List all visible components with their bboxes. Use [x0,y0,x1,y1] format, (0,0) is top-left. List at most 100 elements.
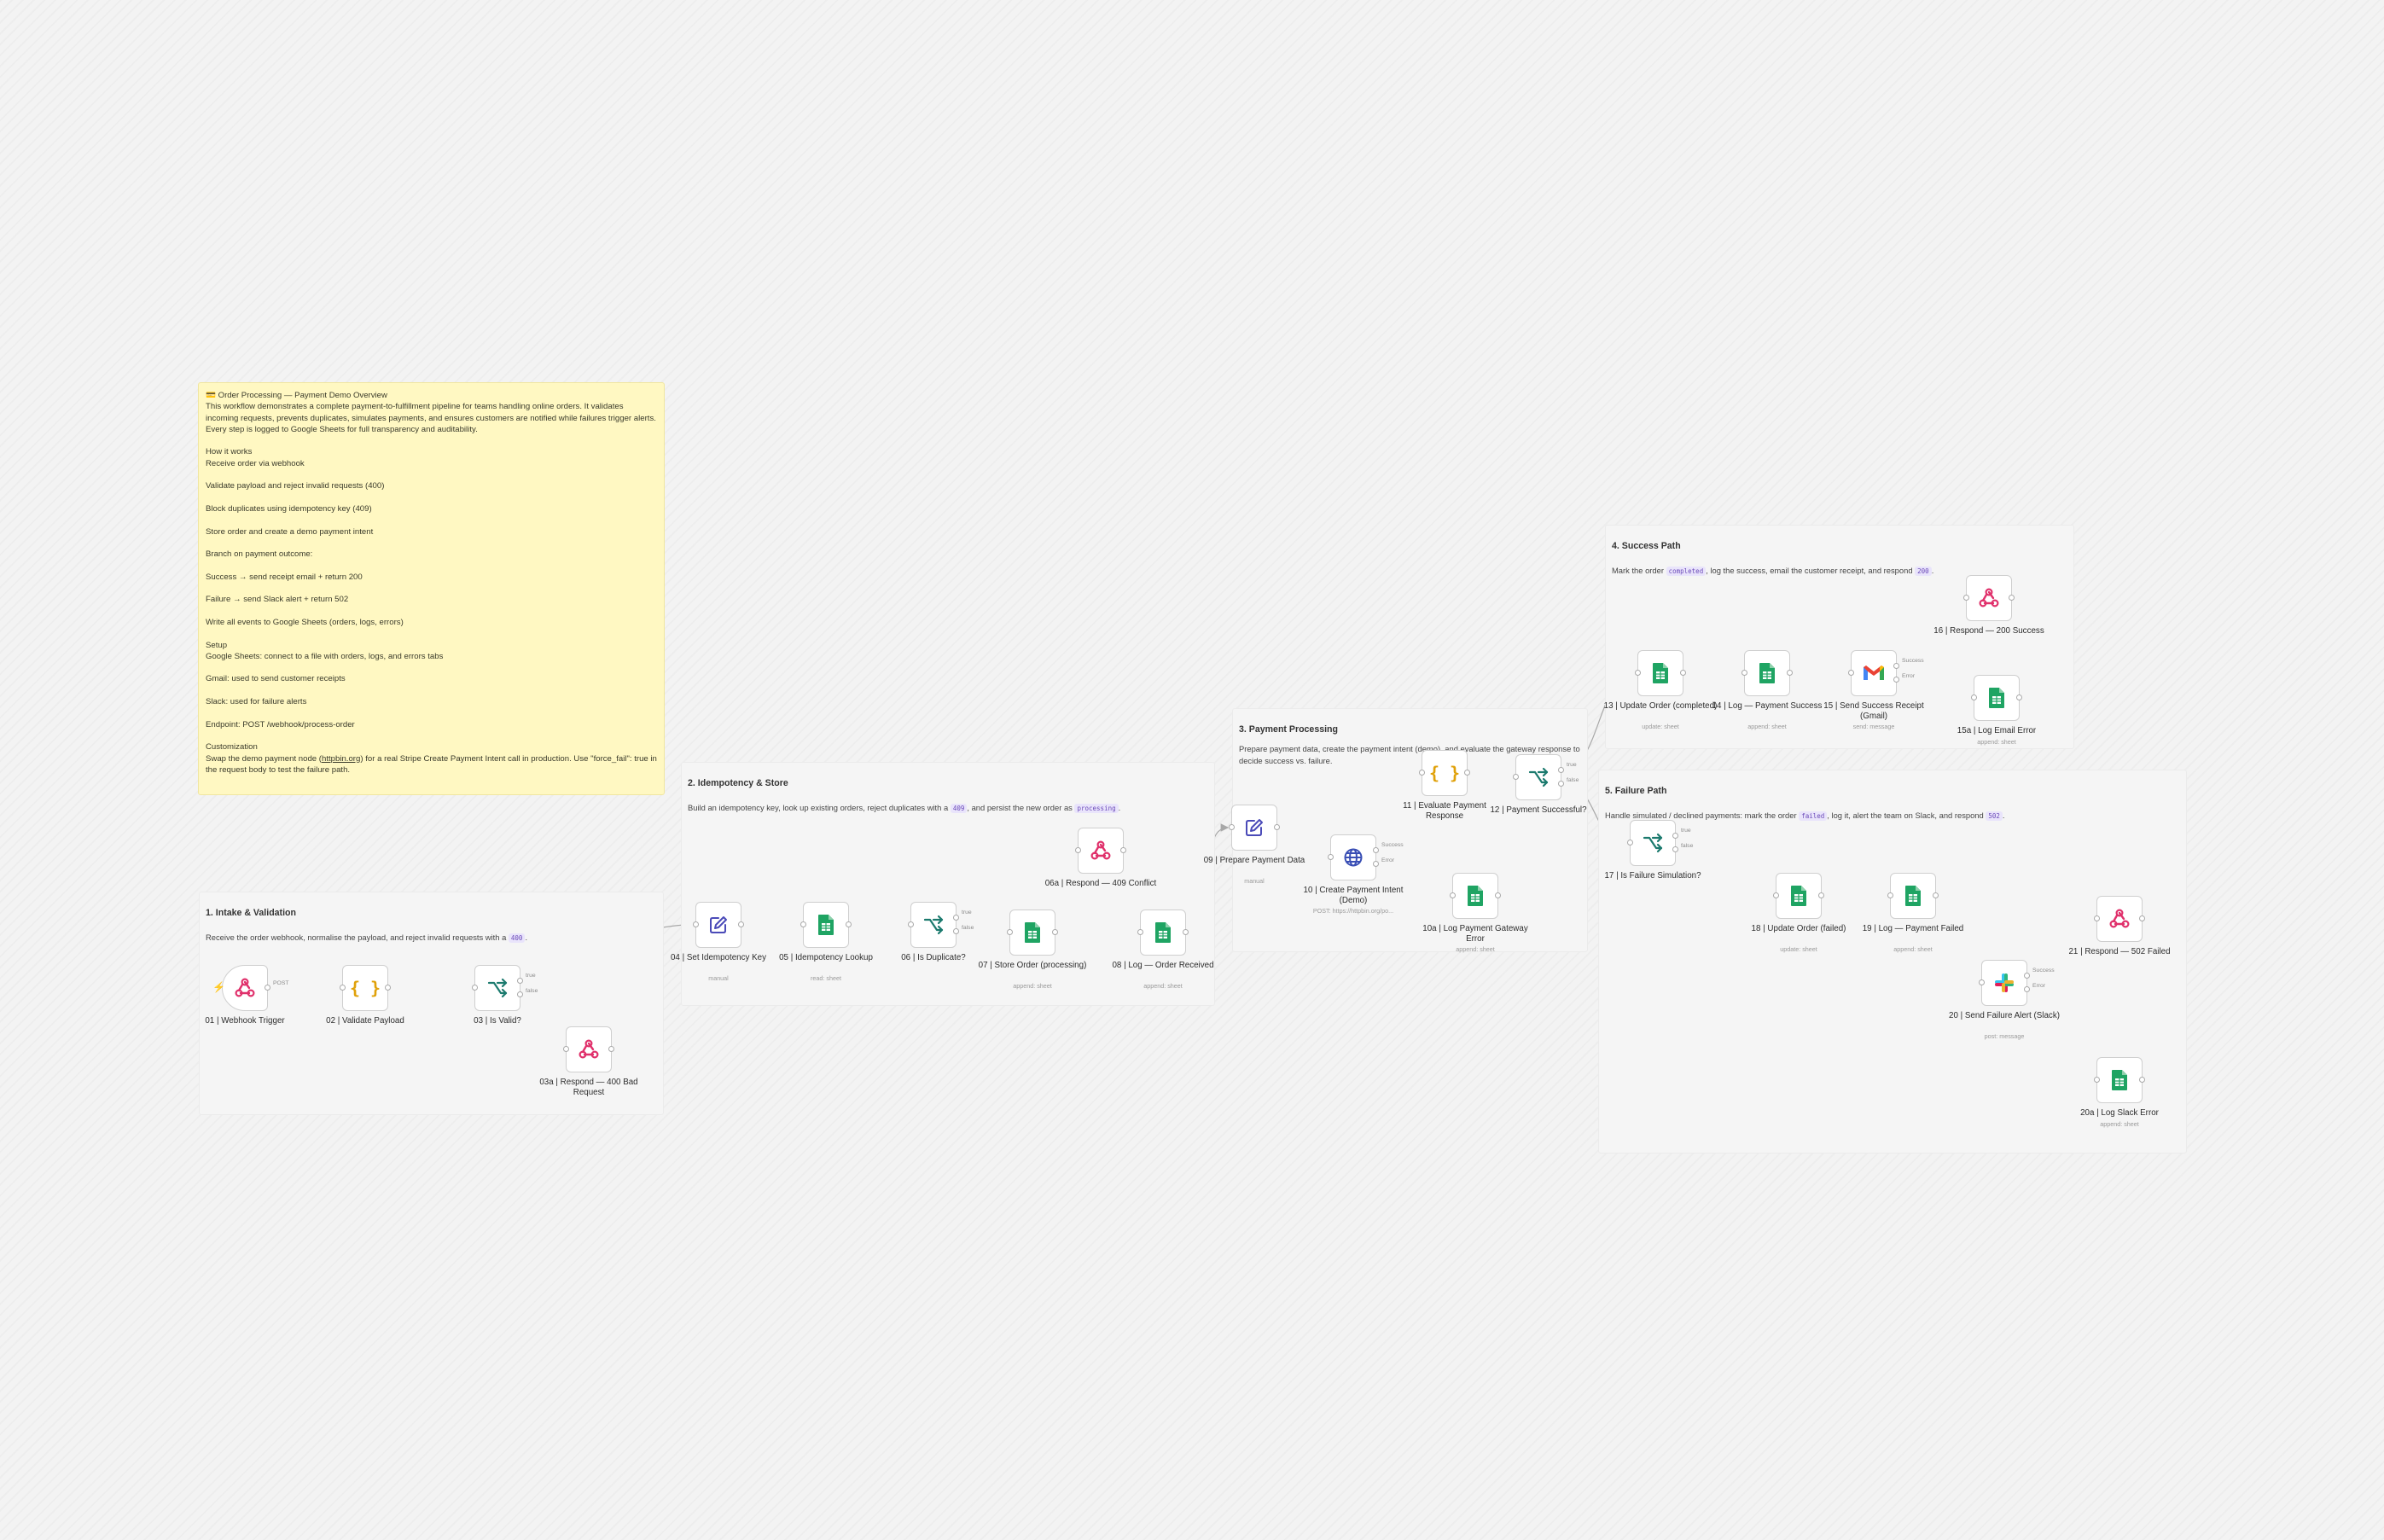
input-port[interactable] [1075,847,1081,853]
input-port[interactable] [1137,929,1143,935]
input-port[interactable] [908,921,914,927]
input-port[interactable] [1419,770,1425,776]
input-port[interactable] [1328,854,1334,860]
output-port[interactable] [2139,915,2145,921]
node-subtitle: append: sheet [1143,982,1183,990]
input-port[interactable] [1963,595,1969,601]
port-label: false [1681,842,1694,849]
node-06a[interactable] [1075,828,1126,874]
customization-text: Swap the demo payment node (httpbin.org)… [206,753,657,775]
output-port[interactable] [738,921,744,927]
node-02[interactable]: { } [340,965,391,1011]
node-label: 12 | Payment Successful? [1490,805,1587,815]
input-port[interactable] [2094,1077,2100,1083]
output-port[interactable] [385,985,391,991]
output-port[interactable] [2009,595,2015,601]
node-label: 08 | Log — Order Received [1112,961,1214,970]
input-port[interactable] [1513,774,1519,780]
output-port[interactable] [2139,1077,2145,1083]
overview-paragraph: How it works Receive order via webhook [206,447,305,468]
node-17[interactable] [1627,820,1678,866]
output-port[interactable] [1933,892,1939,898]
node-04[interactable] [693,902,744,948]
input-port[interactable] [1848,670,1854,676]
section-payment-processing[interactable]: 3. Payment Processing Prepare payment da… [1232,708,1588,952]
input-port[interactable] [563,1046,569,1052]
overview-paragraph: Slack: used for failure alerts [206,697,307,707]
port-label: Success [1902,658,1924,665]
code-braces-icon: { } [1428,763,1461,783]
node-label: 06a | Respond — 409 Conflict [1044,879,1157,888]
input-port[interactable] [1773,892,1779,898]
output-port[interactable] [953,914,959,921]
output-port[interactable] [846,921,852,927]
output-port[interactable] [1672,832,1678,839]
node-20[interactable] [1979,960,2030,1006]
node-11[interactable]: { } [1419,750,1470,796]
output-port[interactable] [1274,824,1280,830]
node-19[interactable] [1887,873,1939,919]
workflow-canvas[interactable]: 💳 Order Processing — Payment Demo Overvi… [0,0,2384,1540]
node-13[interactable] [1635,650,1686,696]
output-port[interactable] [1680,670,1686,676]
input-port[interactable] [693,921,699,927]
overview-sticky-note[interactable]: 💳 Order Processing — Payment Demo Overvi… [198,382,665,795]
node-07[interactable] [1007,909,1058,956]
output-port[interactable] [608,1046,614,1052]
output-port[interactable] [1052,929,1058,935]
node-16[interactable] [1963,575,2015,621]
port-label: Error [2032,982,2046,989]
port-label: Success [1381,842,1404,849]
output-port[interactable] [1893,662,1899,669]
node-01[interactable] [222,965,270,1011]
input-port[interactable] [1450,892,1456,898]
node-18[interactable] [1773,873,1824,919]
node-08[interactable] [1137,909,1189,956]
node-15[interactable] [1848,650,1899,696]
input-port[interactable] [2094,915,2100,921]
output-port[interactable] [1495,892,1501,898]
node-label: 15a | Log Email Error [1957,726,2037,735]
input-port[interactable] [1971,694,1977,700]
node-12[interactable] [1513,754,1564,800]
node-subtitle: read: sheet [811,974,841,982]
output-port[interactable] [265,985,270,991]
node-subtitle: update: sheet [1642,723,1679,730]
output-port[interactable] [1183,929,1189,935]
output-port[interactable] [1787,670,1793,676]
input-port[interactable] [1979,979,1985,985]
input-port[interactable] [340,985,346,991]
node-03[interactable] [472,965,523,1011]
input-port[interactable] [1741,670,1747,676]
output-port[interactable] [1818,892,1824,898]
input-port[interactable] [1007,929,1013,935]
input-port[interactable] [1635,670,1641,676]
node-10a[interactable] [1450,873,1501,919]
input-port[interactable] [472,985,478,991]
node-10[interactable] [1328,834,1379,880]
node-21[interactable] [2094,896,2145,942]
node-label: 01 | Webhook Trigger [205,1016,285,1026]
output-port[interactable] [517,977,523,984]
input-port[interactable] [1887,892,1893,898]
section-description: Receive the order webhook, normalise the… [206,933,528,943]
node-20a[interactable] [2094,1057,2145,1103]
output-port[interactable] [2016,694,2022,700]
node-09[interactable] [1229,805,1280,851]
node-06[interactable] [908,902,959,948]
node-05[interactable] [800,902,852,948]
output-port[interactable] [1373,846,1379,853]
input-port[interactable] [1229,824,1235,830]
input-port[interactable] [1627,840,1633,846]
node-15a[interactable] [1971,675,2022,721]
output-port[interactable] [1120,847,1126,853]
output-port[interactable] [2024,972,2030,979]
node-14[interactable] [1741,650,1793,696]
output-port[interactable] [1464,770,1470,776]
input-port[interactable] [800,921,806,927]
google-sheets-icon [1154,921,1172,944]
overview-paragraphs: How it works Receive order via webhook Va… [206,446,657,729]
node-03a[interactable] [563,1026,614,1072]
httpbin-link[interactable]: httpbin.org [322,754,360,764]
output-port[interactable] [1558,766,1564,773]
